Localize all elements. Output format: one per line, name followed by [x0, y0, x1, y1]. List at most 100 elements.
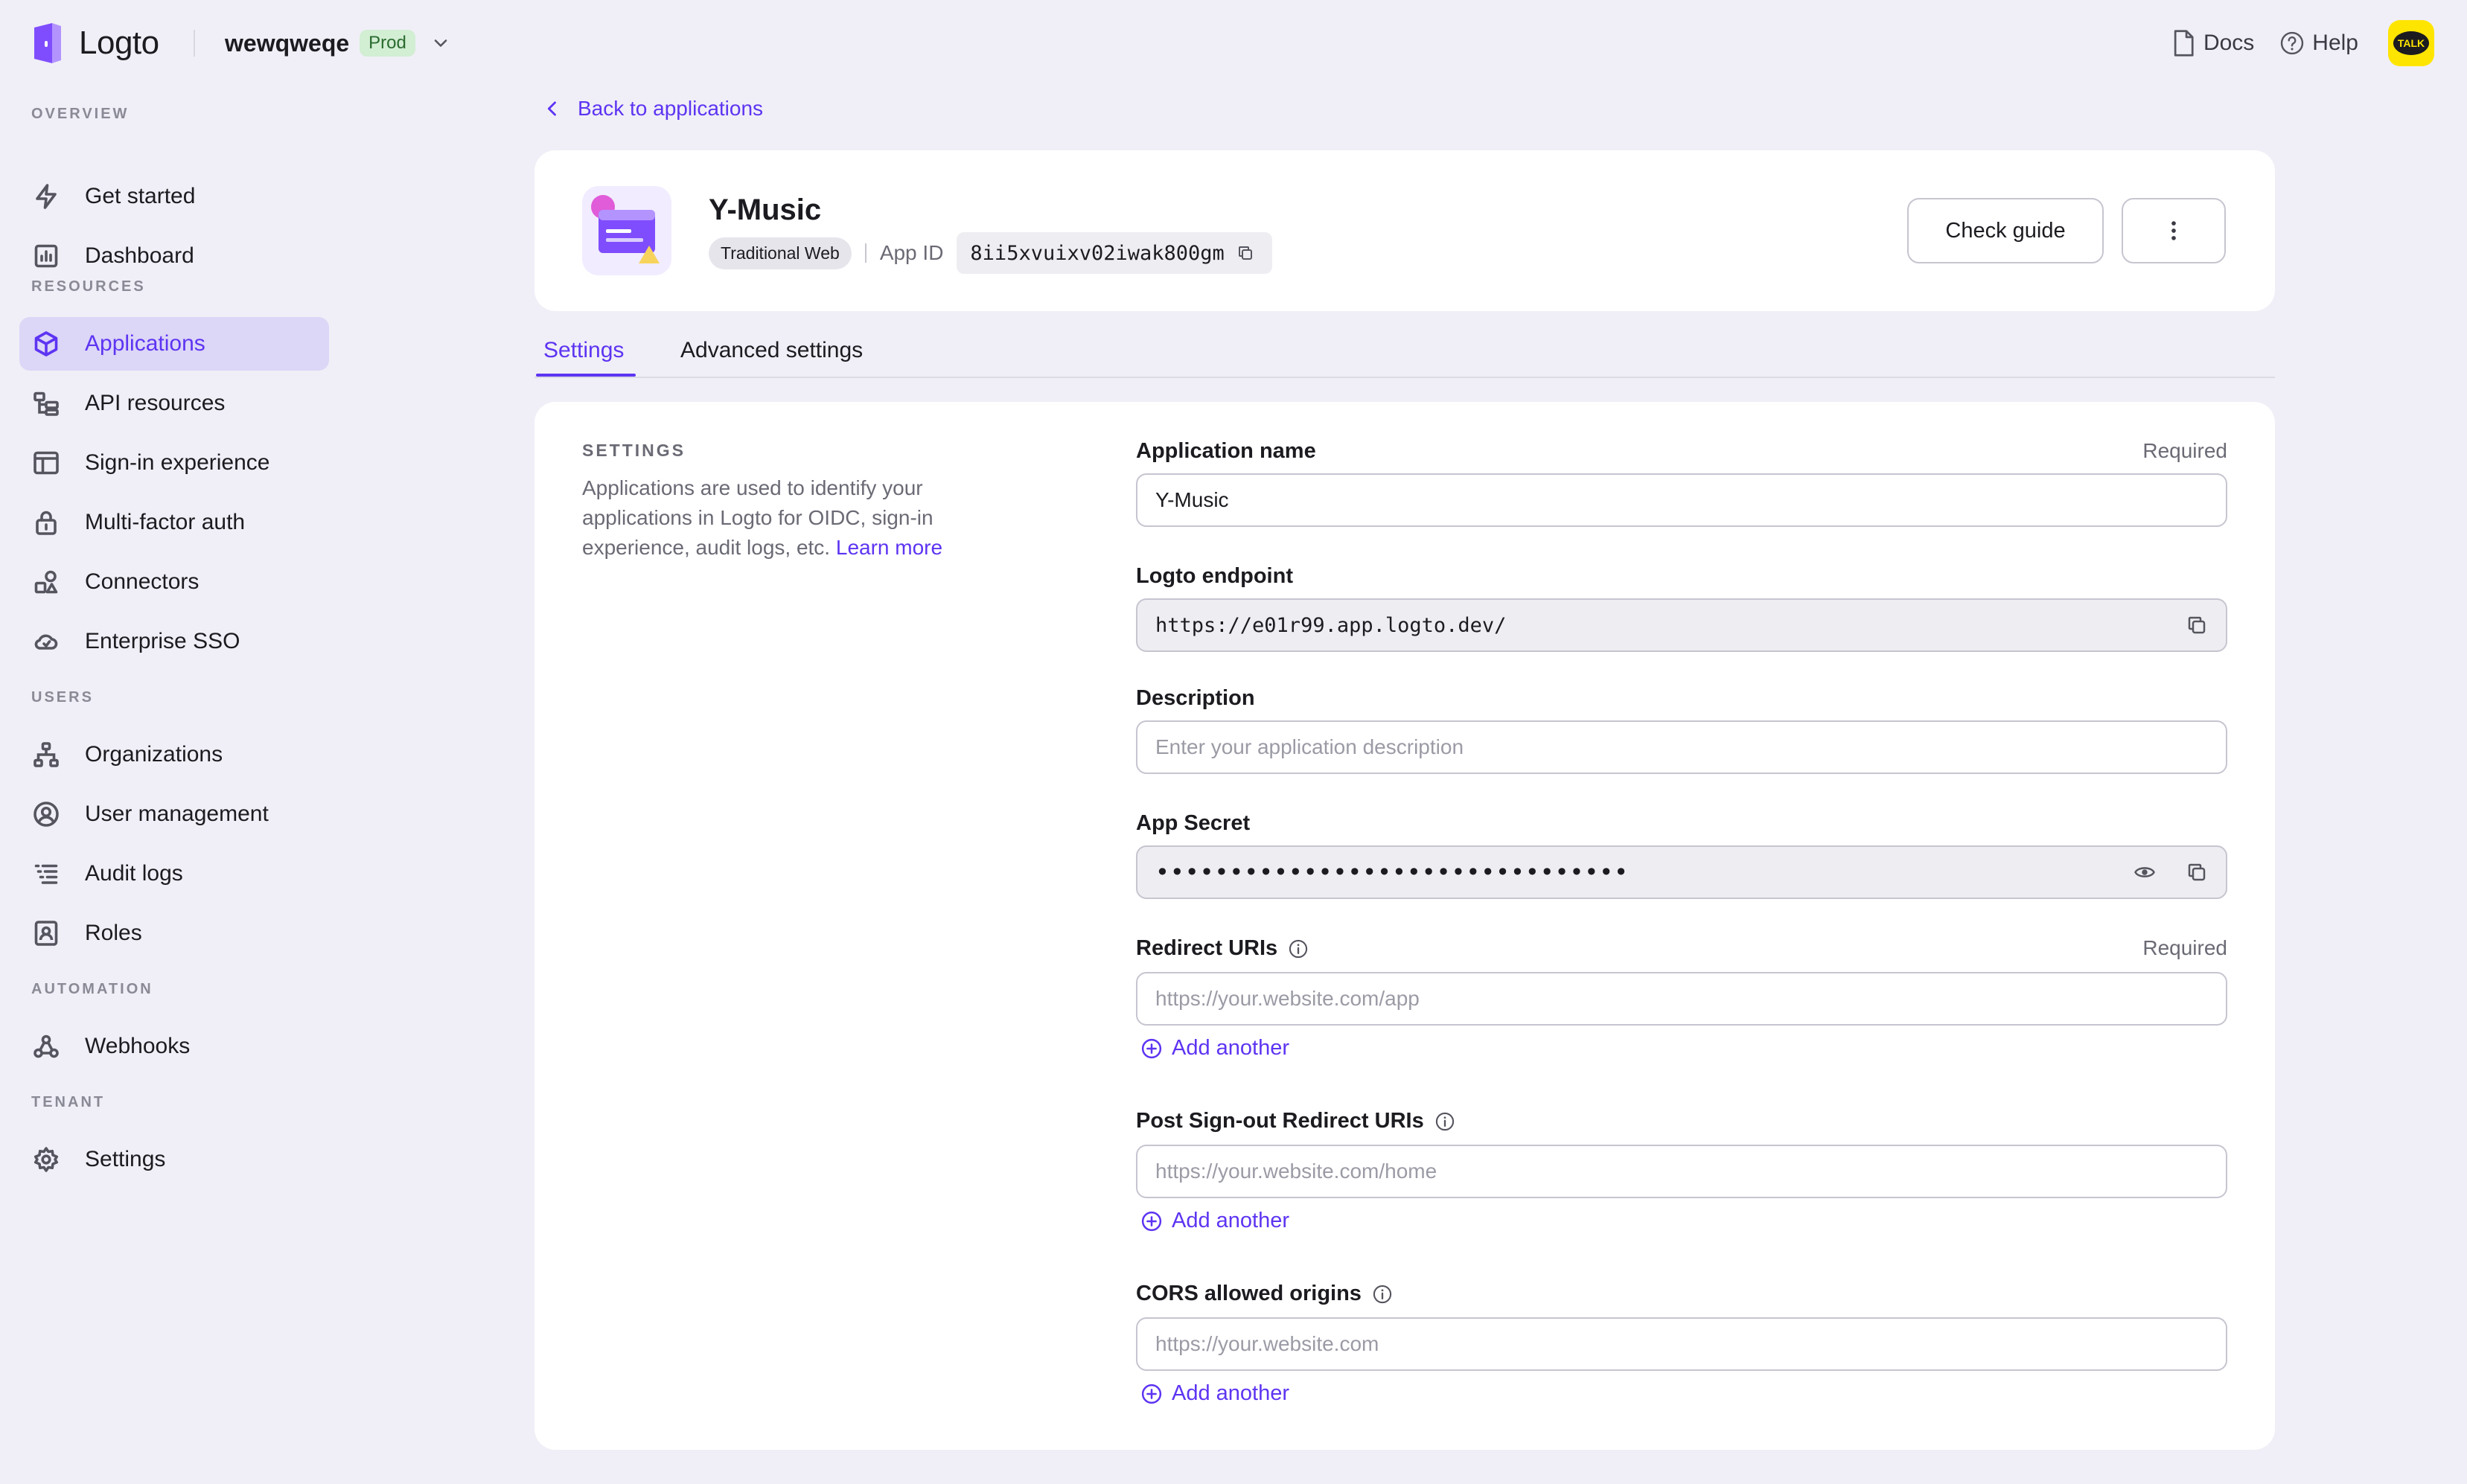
docs-link[interactable]: Docs	[2171, 29, 2254, 57]
top-bar: Logto wewqweqe Prod Docs Help TALK	[0, 0, 2467, 86]
post-signout-uri-input[interactable]: https://your.website.com/home	[1136, 1145, 2227, 1198]
add-another-label: Add another	[1172, 1036, 1290, 1060]
active-tab-indicator	[536, 374, 636, 377]
tab-bar: Settings Advanced settings	[534, 327, 2275, 378]
tenant-selector[interactable]: wewqweqe Prod	[225, 25, 451, 61]
sidebar-item-connectors[interactable]: Connectors	[19, 555, 329, 609]
cors-origin-input[interactable]: https://your.website.com	[1136, 1317, 2227, 1371]
sidebar-item-label: Roles	[85, 921, 142, 945]
list-icon	[34, 864, 58, 884]
docs-label: Docs	[2203, 31, 2255, 55]
cloud-icon	[34, 634, 58, 650]
app-id-value: 8ii5xvuixv02iwak800gm	[970, 241, 1225, 265]
sidebar-item-label: Get started	[85, 184, 196, 208]
add-post-signout-uri-button[interactable]: Add another	[1140, 1209, 1289, 1233]
info-icon[interactable]	[1372, 1284, 1393, 1305]
back-to-applications-link[interactable]: Back to applications	[542, 97, 763, 121]
sidebar-item-settings[interactable]: Settings	[19, 1133, 329, 1186]
app-secret-label: App Secret	[1136, 811, 1251, 835]
post-signout-placeholder: https://your.website.com/home	[1155, 1160, 1437, 1183]
logto-logo-icon	[34, 23, 61, 63]
sidebar-item-enterprise-sso[interactable]: Enterprise SSO	[19, 615, 329, 668]
cors-label-text: CORS allowed origins	[1136, 1282, 1362, 1305]
sidebar-item-audit-logs[interactable]: Audit logs	[19, 847, 329, 901]
add-redirect-uri-button[interactable]: Add another	[1140, 1036, 1289, 1061]
plus-circle-icon	[1141, 1384, 1162, 1404]
sidebar-item-roles[interactable]: Roles	[19, 906, 329, 960]
settings-section-title: SETTINGS	[582, 441, 686, 460]
sidebar-item-sign-in-experience[interactable]: Sign-in experience	[19, 436, 329, 490]
app-name: Y-Music	[709, 194, 822, 226]
copy-icon[interactable]	[2186, 614, 2208, 636]
redirect-uri-input[interactable]: https://your.website.com/app	[1136, 972, 2227, 1026]
app-secret-value: ••••••••••••••••••••••••••••••••	[1155, 858, 1629, 886]
copy-icon[interactable]	[1236, 244, 1254, 262]
add-cors-origin-button[interactable]: Add another	[1140, 1381, 1289, 1406]
help-label: Help	[2312, 31, 2358, 55]
settings-description: Applications are used to identify your a…	[582, 473, 999, 563]
sidebar-item-label: Organizations	[85, 742, 223, 767]
info-icon[interactable]	[1434, 1111, 1455, 1132]
description-label: Description	[1136, 686, 1255, 710]
sidebar-item-webhooks[interactable]: Webhooks	[19, 1020, 329, 1073]
back-link-label: Back to applications	[578, 97, 764, 120]
more-options-button[interactable]	[2122, 198, 2226, 263]
redirect-uri-placeholder: https://your.website.com/app	[1155, 987, 1420, 1010]
sidebar-item-label: API resources	[85, 391, 226, 415]
section-automation: AUTOMATION	[31, 981, 153, 997]
section-resources: RESOURCES	[31, 278, 146, 295]
browser-window-icon	[33, 451, 59, 475]
sidebar-item-applications[interactable]: Applications	[19, 317, 329, 371]
app-header-card: Y-Music Traditional Web App ID 8ii5xvuix…	[534, 150, 2275, 311]
gear-icon	[33, 1147, 59, 1172]
plus-circle-icon	[1141, 1038, 1162, 1058]
add-another-label: Add another	[1172, 1209, 1290, 1232]
env-badge: Prod	[360, 30, 415, 57]
chart-icon	[34, 244, 58, 268]
endpoint-field: https://e01r99.app.logto.dev/	[1136, 598, 2227, 652]
eye-icon[interactable]	[2134, 861, 2156, 883]
tab-settings[interactable]: Settings	[543, 338, 624, 363]
app-id-copy-box[interactable]: 8ii5xvuixv02iwak800gm	[957, 232, 1272, 274]
sidebar-item-label: Applications	[85, 331, 205, 356]
kakao-talk-avatar[interactable]: TALK	[2388, 20, 2434, 66]
description-placeholder: Enter your application description	[1155, 735, 1464, 758]
app-name-label: Application name	[1136, 439, 1316, 463]
check-guide-button[interactable]: Check guide	[1907, 198, 2104, 263]
settings-card: SETTINGS Applications are used to identi…	[534, 402, 2275, 1450]
redirect-uris-label: Redirect URIs	[1136, 936, 1309, 961]
meta-divider	[864, 243, 867, 263]
app-name-input[interactable]: Y-Music	[1136, 473, 2227, 527]
info-icon[interactable]	[1288, 938, 1309, 959]
sidebar-item-label: Settings	[85, 1147, 166, 1171]
add-another-label: Add another	[1172, 1381, 1290, 1405]
description-input[interactable]: Enter your application description	[1136, 720, 2227, 774]
id-badge-icon	[34, 921, 58, 946]
sidebar-item-organizations[interactable]: Organizations	[19, 728, 329, 781]
app-name-value: Y-Music	[1155, 488, 1229, 511]
app-type-icon	[582, 186, 671, 275]
copy-icon[interactable]	[2186, 861, 2208, 883]
sidebar-item-mfa[interactable]: Multi-factor auth	[19, 496, 329, 549]
post-signout-label-text: Post Sign-out Redirect URIs	[1136, 1109, 1424, 1133]
cors-label: CORS allowed origins	[1136, 1282, 1393, 1306]
sidebar-item-label: Enterprise SSO	[85, 629, 240, 653]
learn-more-link[interactable]: Learn more	[836, 536, 942, 559]
help-link[interactable]: Help	[2279, 29, 2358, 57]
organization-icon	[33, 742, 59, 767]
chevron-down-icon	[434, 39, 447, 47]
top-right-actions: Docs Help TALK	[2145, 20, 2434, 66]
sidebar-item-get-started[interactable]: Get started	[19, 170, 329, 223]
help-circle-icon	[2281, 31, 2304, 55]
traditional-web-icon	[591, 195, 660, 263]
sidebar-item-dashboard[interactable]: Dashboard	[19, 229, 329, 283]
sidebar-item-user-management[interactable]: User management	[19, 787, 329, 841]
tab-advanced-settings[interactable]: Advanced settings	[680, 338, 863, 363]
sidebar-item-api-resources[interactable]: API resources	[19, 377, 329, 430]
sidebar-item-label: User management	[85, 802, 269, 826]
redirect-uris-label-text: Redirect URIs	[1136, 936, 1278, 960]
connector-icon	[34, 570, 58, 594]
logo[interactable]: Logto	[31, 21, 159, 65]
required-label: Required	[2142, 936, 2227, 959]
plus-circle-icon	[1141, 1211, 1162, 1231]
